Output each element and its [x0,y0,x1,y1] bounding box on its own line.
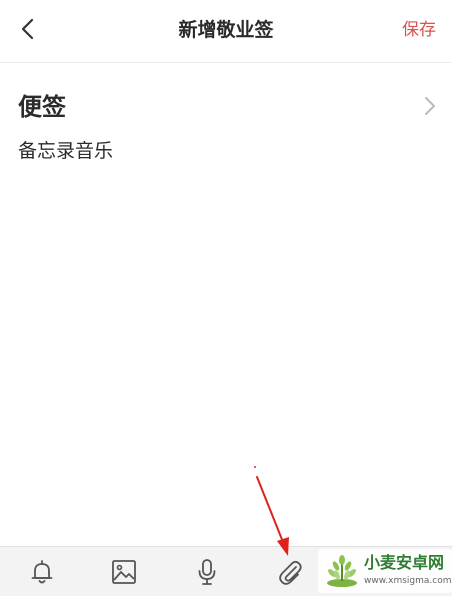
category-selector[interactable]: 便签 [0,82,452,130]
category-label: 便签 [18,93,66,121]
paperclip-icon[interactable] [275,557,305,587]
bell-icon[interactable] [27,557,57,587]
watermark-brand: 小麦安卓网 [364,553,445,572]
note-content-input[interactable]: 备忘录音乐 [18,137,113,165]
watermark-url: www.xmsigma.com [364,576,452,586]
top-bar: 新增敬业签 保存 [0,0,452,63]
microphone-icon[interactable] [192,557,222,587]
wheat-logo-icon [327,555,357,587]
page-title: 新增敬业签 [178,19,274,41]
save-button[interactable]: 保存 [402,18,436,42]
chevron-right-icon [425,97,435,115]
watermark: 小麦安卓网 www.xmsigma.com [318,549,452,593]
image-icon[interactable] [109,557,139,587]
